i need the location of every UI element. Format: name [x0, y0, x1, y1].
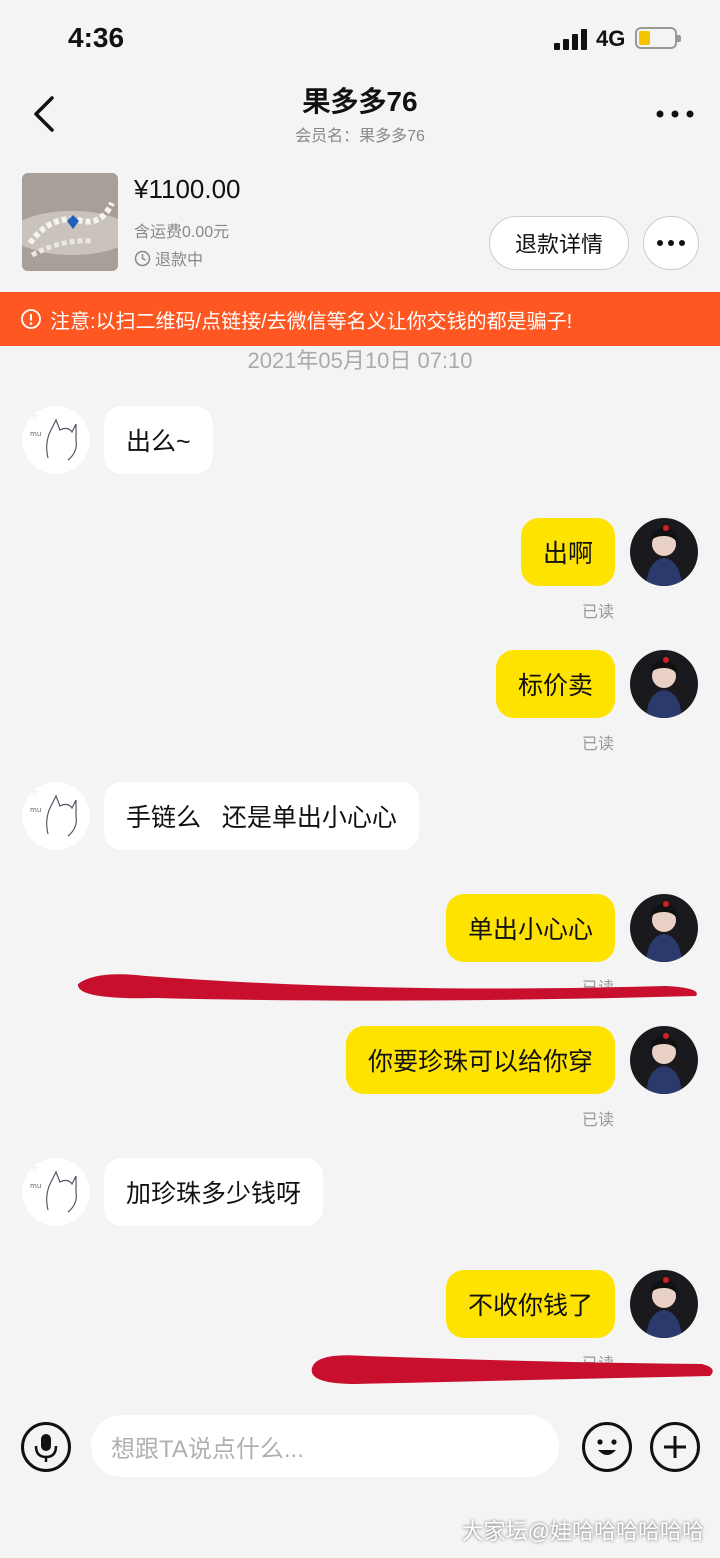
refund-details-button[interactable]: 退款详情 [489, 216, 629, 270]
warning-icon [21, 309, 41, 329]
add-icon [664, 1436, 686, 1458]
svg-text:♡: ♡ [32, 790, 38, 798]
signal-icon [554, 28, 588, 50]
network-label: 4G [596, 26, 626, 51]
status-time: 4:36 [68, 22, 125, 53]
svg-text:♡: ♡ [32, 414, 38, 422]
message-input[interactable]: 想跟TA说点什么... [91, 1415, 559, 1477]
message-bubble-incoming[interactable]: 出么~ [104, 406, 213, 474]
svg-text:mu: mu [30, 806, 41, 814]
shipping-fee: 含运费0.00元 [134, 224, 230, 241]
marker-scribble [311, 1355, 713, 1384]
message-bubble-incoming[interactable]: 加珍珠多少钱呀 [104, 1158, 324, 1226]
contact-avatar[interactable]: mu ♡ [22, 782, 90, 850]
voice-button[interactable] [21, 1422, 71, 1472]
input-bar: 想跟TA说点什么... [0, 1400, 720, 1498]
product-price: ¥1100.00 [134, 174, 241, 204]
emoji-button[interactable] [582, 1422, 632, 1472]
my-avatar[interactable] [630, 894, 698, 962]
read-receipt: 已读 [582, 1356, 615, 1373]
member-name: 会员名：果多多76 [295, 128, 425, 145]
contact-avatar[interactable]: mu ♡ [22, 406, 90, 474]
read-receipt: 已读 [582, 736, 615, 753]
message-bubble-outgoing[interactable]: 单出小心心 [445, 894, 615, 962]
message-bubble-incoming[interactable]: 手链么 还是单出小心心 [104, 782, 419, 850]
read-receipt: 已读 [582, 980, 615, 997]
product-thumbnail[interactable] [22, 173, 118, 271]
clock-icon [134, 250, 151, 266]
svg-text:mu: mu [30, 430, 41, 438]
svg-text:♡: ♡ [32, 1166, 38, 1174]
more-icon[interactable] [655, 104, 695, 124]
read-receipt: 已读 [582, 1112, 615, 1129]
page-title: 果多多76 [302, 86, 418, 117]
message-bubble-outgoing[interactable]: 标价卖 [495, 650, 615, 718]
svg-text:mu: mu [30, 1182, 41, 1190]
product-card[interactable]: ¥1100.00 含运费0.00元 退款中 退款详情 [0, 160, 720, 290]
product-more-button[interactable] [643, 216, 699, 270]
read-receipt: 已读 [582, 604, 615, 621]
my-avatar[interactable] [630, 518, 698, 586]
status-bar: 4:36 4G [0, 0, 720, 80]
mic-icon [34, 1434, 58, 1462]
my-avatar[interactable] [630, 650, 698, 718]
battery-icon [635, 27, 681, 49]
refund-status-label: 退款中 [155, 252, 204, 269]
nav-bar: 果多多76 会员名：果多多76 [0, 80, 720, 158]
add-button[interactable] [650, 1422, 700, 1472]
my-avatar[interactable] [630, 1270, 698, 1338]
chat-timestamp: 2021年05月10日 07:10 [247, 348, 473, 373]
message-bubble-outgoing[interactable]: 你要珍珠可以给你穿 [345, 1026, 615, 1094]
message-bubble-outgoing[interactable]: 不收你钱了 [445, 1270, 615, 1338]
refund-status: 退款中 [134, 246, 203, 270]
emoji-icon [597, 1439, 617, 1455]
my-avatar[interactable] [630, 1026, 698, 1094]
more-icon [657, 240, 685, 246]
scam-warning-banner: 注意:以扫二维码/点链接/去微信等名义让你交钱的都是骗子! [0, 292, 720, 346]
contact-avatar[interactable]: mu ♡ [22, 1158, 90, 1226]
message-bubble-outgoing[interactable]: 出啊 [520, 518, 615, 586]
warning-text: 注意:以扫二维码/点链接/去微信等名义让你交钱的都是骗子! [50, 310, 573, 333]
watermark: 大家坛@娃哈哈哈哈哈哈 [461, 1519, 704, 1544]
